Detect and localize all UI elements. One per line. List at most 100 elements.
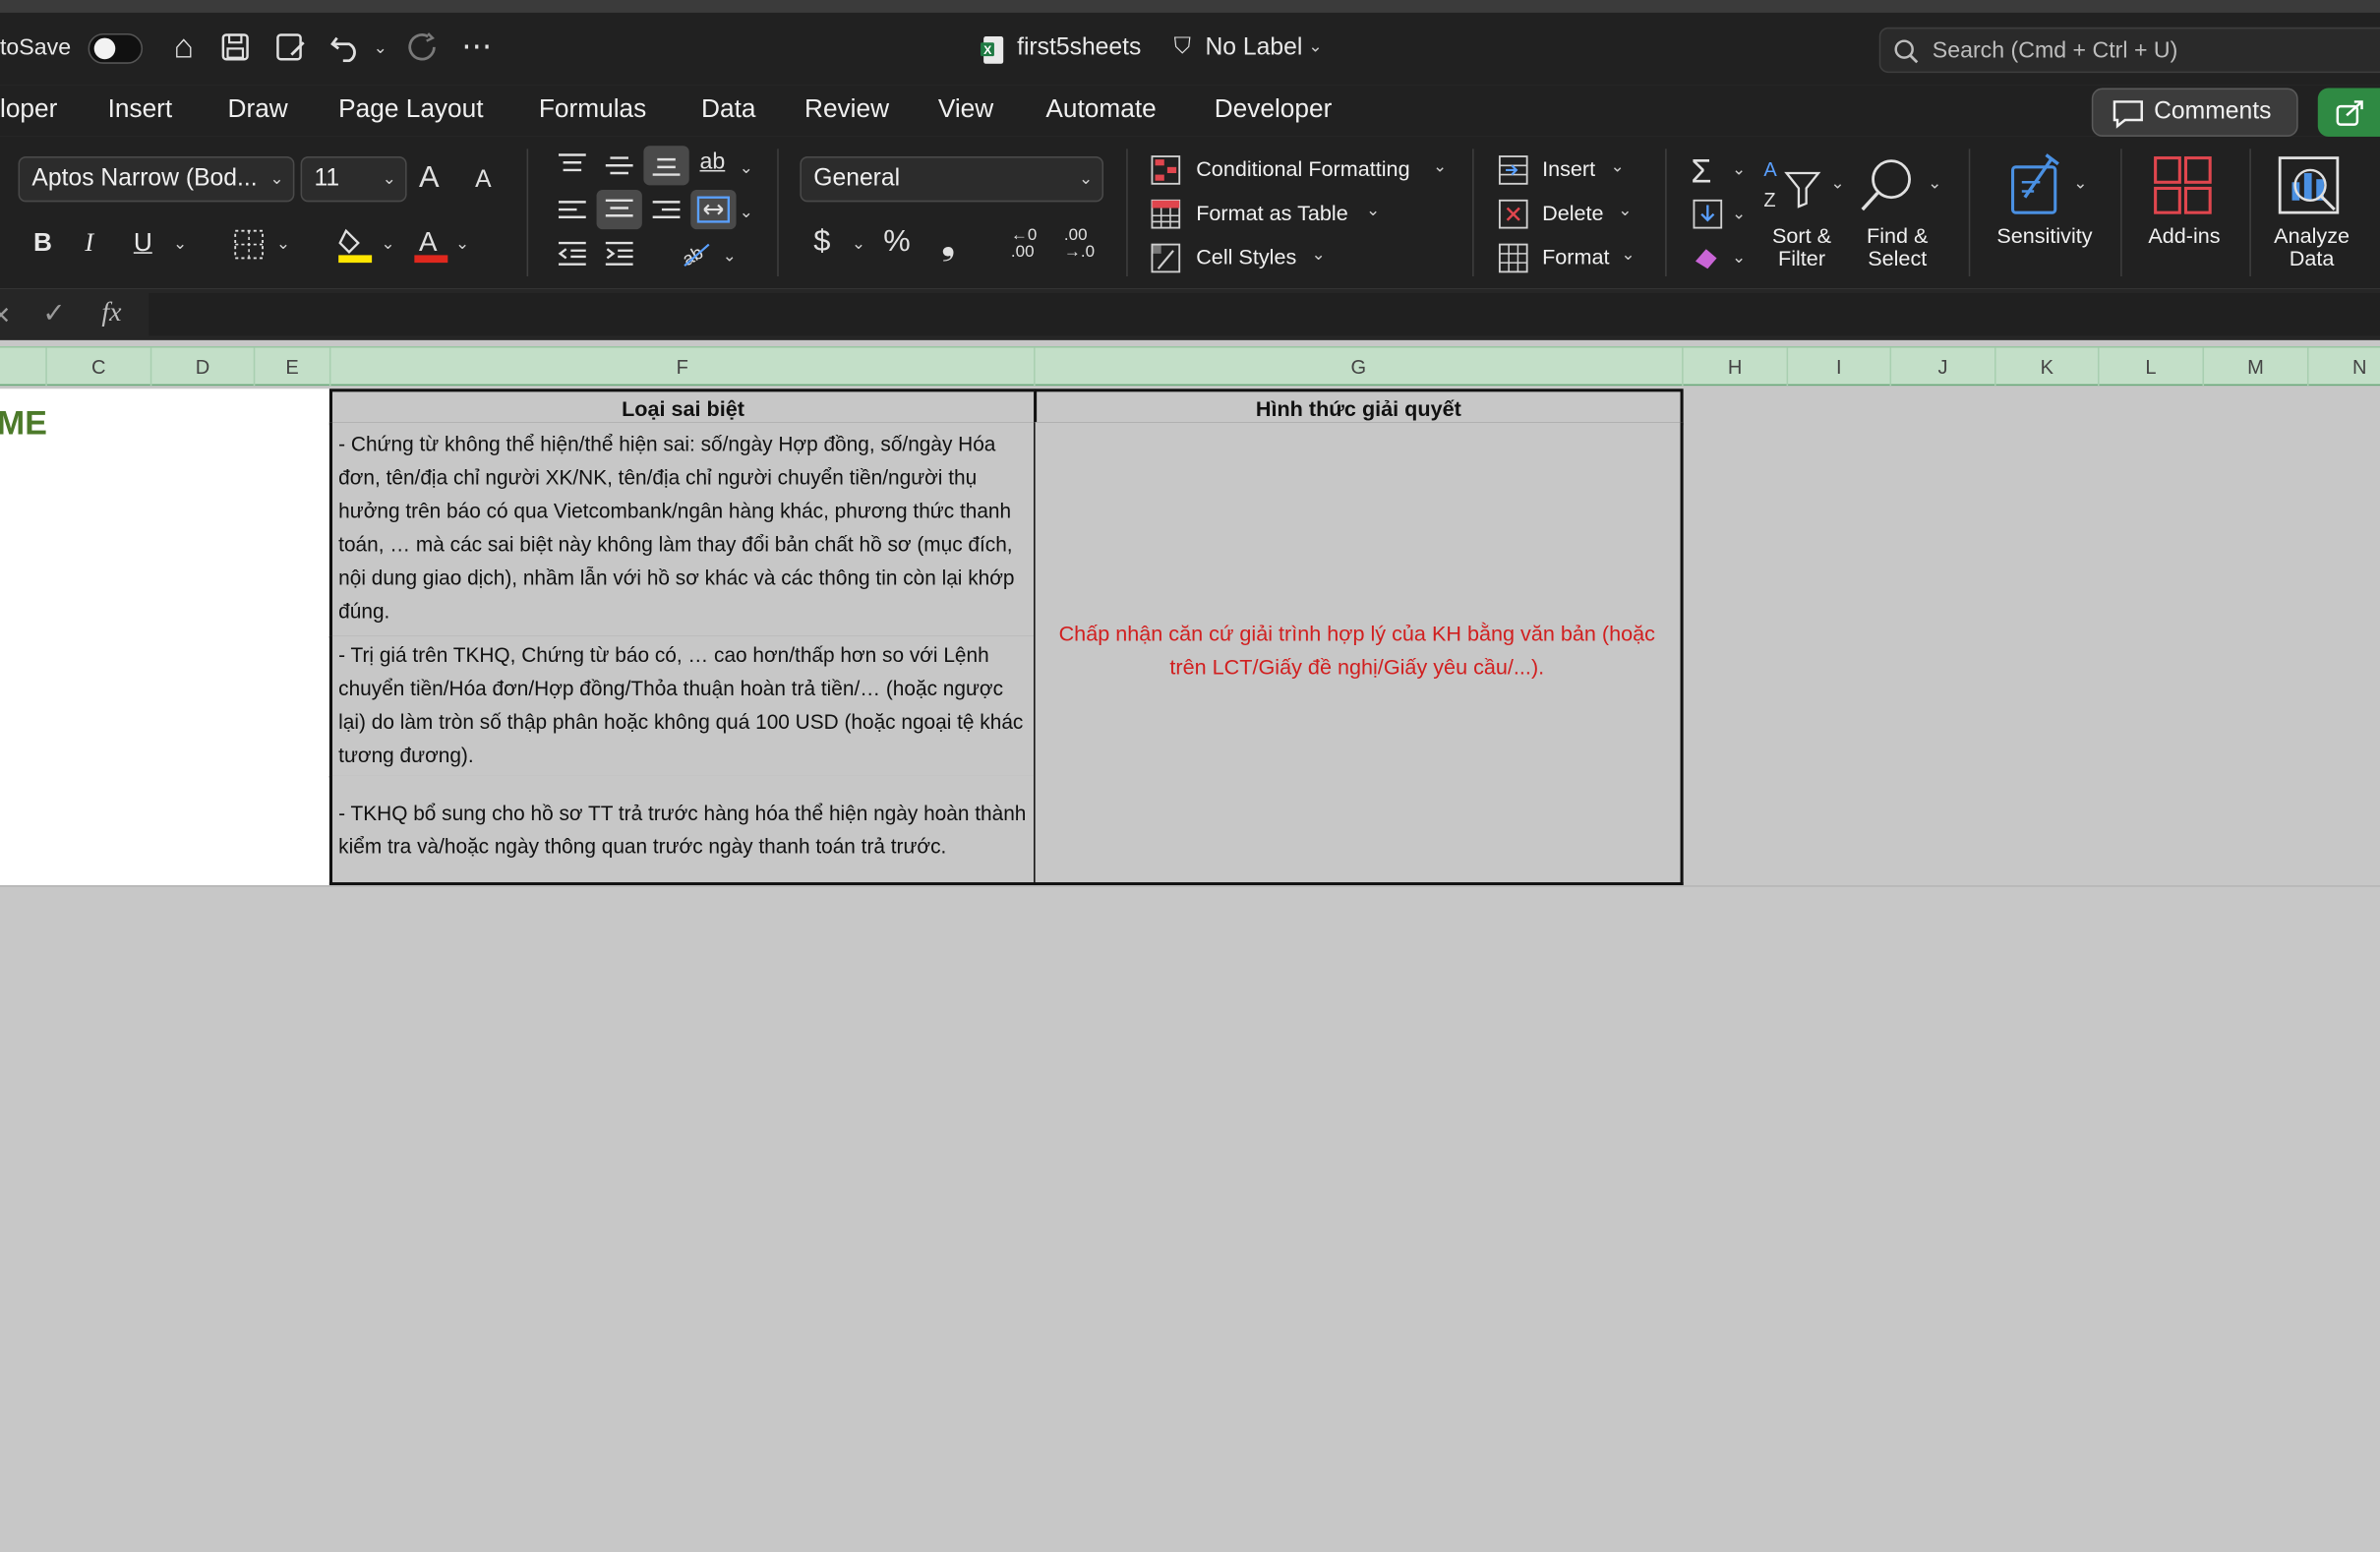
undo-icon[interactable] [329,31,363,63]
header-cell-loai-sai-biet[interactable]: Loại sai biệt [328,388,1036,426]
text-orientation-icon[interactable]: ab [679,238,715,269]
grow-font-icon[interactable]: A [419,161,440,197]
cell-styles-button[interactable]: Cell Styles ⌄ [1151,240,1348,276]
align-center-icon[interactable] [596,190,642,230]
column-header-l[interactable]: L [2100,347,2205,387]
column-header-m[interactable]: M [2204,347,2309,387]
sort-filter-button[interactable]: AZ ⌄ Sort & Filter [1760,151,1852,273]
align-left-icon[interactable] [556,198,589,225]
tab-developer-partial[interactable]: loper [0,94,57,125]
borders-icon[interactable] [232,228,266,262]
tab-developer[interactable]: Developer [1215,94,1333,125]
table-row[interactable]: - TKHQ bổ sung cho hồ sơ TT trả trước hà… [328,775,1038,886]
merge-center-icon[interactable] [690,190,737,230]
autosave-toggle[interactable] [88,32,144,64]
align-bottom-icon[interactable] [643,146,689,186]
decrease-indent-icon[interactable] [556,240,589,268]
decrease-decimal-button[interactable]: .00 →.0 [1064,227,1106,262]
text-orientation-dropdown-icon[interactable]: ⌄ [723,246,737,267]
underline-dropdown-icon[interactable]: ⌄ [173,234,187,254]
fill-color-icon[interactable] [337,225,374,265]
search-box[interactable]: Search (Cmd + Ctrl + U) [1878,27,2380,74]
tab-insert[interactable]: Insert [108,94,173,125]
comma-style-button[interactable]: ❟ [941,221,956,264]
font-color-dropdown-icon[interactable]: ⌄ [455,234,469,254]
clear-icon[interactable] [1691,243,1724,273]
label-dropdown-icon[interactable]: ⌄ [1308,36,1322,57]
currency-button[interactable]: $ [813,225,830,261]
bold-button[interactable]: B [33,228,52,259]
column-header-b[interactable] [0,347,47,387]
column-header-n[interactable]: N [2309,348,2380,387]
home-icon[interactable]: ⌂ [164,28,204,67]
tab-formulas[interactable]: Formulas [539,94,646,125]
find-select-button[interactable]: ⌄ Find & Select [1858,151,1949,273]
tab-automate[interactable]: Automate [1045,94,1156,125]
table-row[interactable]: - Chứng từ không thể hiện/thể hiện sai: … [328,422,1038,638]
merge-dropdown-icon[interactable]: ⌄ [740,202,753,222]
column-header-e[interactable]: E [255,347,331,387]
column-header-g[interactable]: G [1036,347,1684,387]
align-middle-icon[interactable] [603,151,636,179]
formula-input[interactable] [149,292,2380,336]
add-ins-button[interactable]: Add-ins [2137,151,2231,273]
save-as-icon[interactable] [276,33,307,61]
column-header-j[interactable]: J [1891,347,1996,387]
table-row[interactable]: - Trị giá trên TKHQ, Chứng từ báo có, … … [328,635,1038,778]
insert-function-icon[interactable]: fx [101,296,121,328]
cancel-entry-icon[interactable]: ✕ [0,301,11,331]
autosum-icon[interactable]: Σ [1691,151,1711,191]
wrap-text-icon[interactable]: ab [700,149,726,174]
sensitivity-label[interactable]: No Label [1205,35,1302,63]
fill-dropdown-icon[interactable]: ⌄ [1732,204,1746,223]
column-header-f[interactable]: F [330,347,1036,387]
format-cells-button[interactable]: Format ⌄ [1498,240,1649,276]
column-header-h[interactable]: H [1684,347,1789,387]
column-header-i[interactable]: I [1788,347,1892,387]
undo-dropdown-icon[interactable]: ⌄ [374,38,387,58]
conditional-formatting-button[interactable]: Conditional Formatting ⌄ [1151,151,1461,188]
resolution-cell[interactable]: Chấp nhận căn cứ giải trình hợp lý của K… [1034,422,1684,886]
font-color-icon[interactable]: A [413,225,449,265]
header-cell-hinh-thuc[interactable]: Hình thức giải quyết [1034,388,1684,426]
empty-sheet-area[interactable] [0,885,2380,1552]
fill-color-dropdown-icon[interactable]: ⌄ [381,234,394,254]
currency-dropdown-icon[interactable]: ⌄ [852,234,865,254]
confirm-entry-icon[interactable]: ✓ [42,298,65,329]
clear-dropdown-icon[interactable]: ⌄ [1732,248,1746,268]
save-icon[interactable] [221,33,249,61]
tab-data[interactable]: Data [701,94,755,125]
align-right-icon[interactable] [650,198,684,225]
fill-icon[interactable] [1691,198,1724,231]
italic-button[interactable]: I [85,228,93,259]
sensitivity-button[interactable]: ⌄ Sensitivity [1989,151,2107,273]
column-header-c[interactable]: C [47,347,152,387]
increase-decimal-button[interactable]: ←0 .00 [1011,227,1050,262]
tab-review[interactable]: Review [804,94,889,125]
share-button[interactable] [2317,88,2380,137]
align-top-icon[interactable] [556,151,589,179]
delete-cells-button[interactable]: Delete ⌄ [1498,196,1649,232]
column-header-d[interactable]: D [151,347,256,387]
font-name-select[interactable]: Aptos Narrow (Bod... ⌄ [18,156,295,203]
more-icon[interactable]: ⋯ [458,28,495,66]
orientation-dropdown-icon[interactable]: ⌄ [740,158,753,178]
analyze-data-button[interactable]: Analyze Data [2262,151,2362,273]
font-size-select[interactable]: 11 ⌄ [300,156,407,203]
tab-page-layout[interactable]: Page Layout [338,94,483,125]
number-format-select[interactable]: General ⌄ [800,156,1104,203]
underline-button[interactable]: U [134,228,152,259]
borders-dropdown-icon[interactable]: ⌄ [276,234,290,254]
tab-view[interactable]: View [938,94,993,125]
format-as-table-button[interactable]: Format as Table ⌄ [1151,196,1394,232]
insert-cells-button[interactable]: Insert ⌄ [1498,151,1642,188]
shrink-font-icon[interactable]: A [475,167,491,195]
tab-draw[interactable]: Draw [228,94,288,125]
percent-button[interactable]: % [883,225,910,261]
column-header-k[interactable]: K [1996,347,2100,387]
label-shield-icon[interactable]: ⛉ [1168,33,1196,59]
comments-button[interactable]: Comments [2091,88,2298,137]
redo-icon[interactable] [407,31,441,62]
increase-indent-icon[interactable] [603,240,636,268]
autosum-dropdown-icon[interactable]: ⌄ [1732,159,1746,180]
